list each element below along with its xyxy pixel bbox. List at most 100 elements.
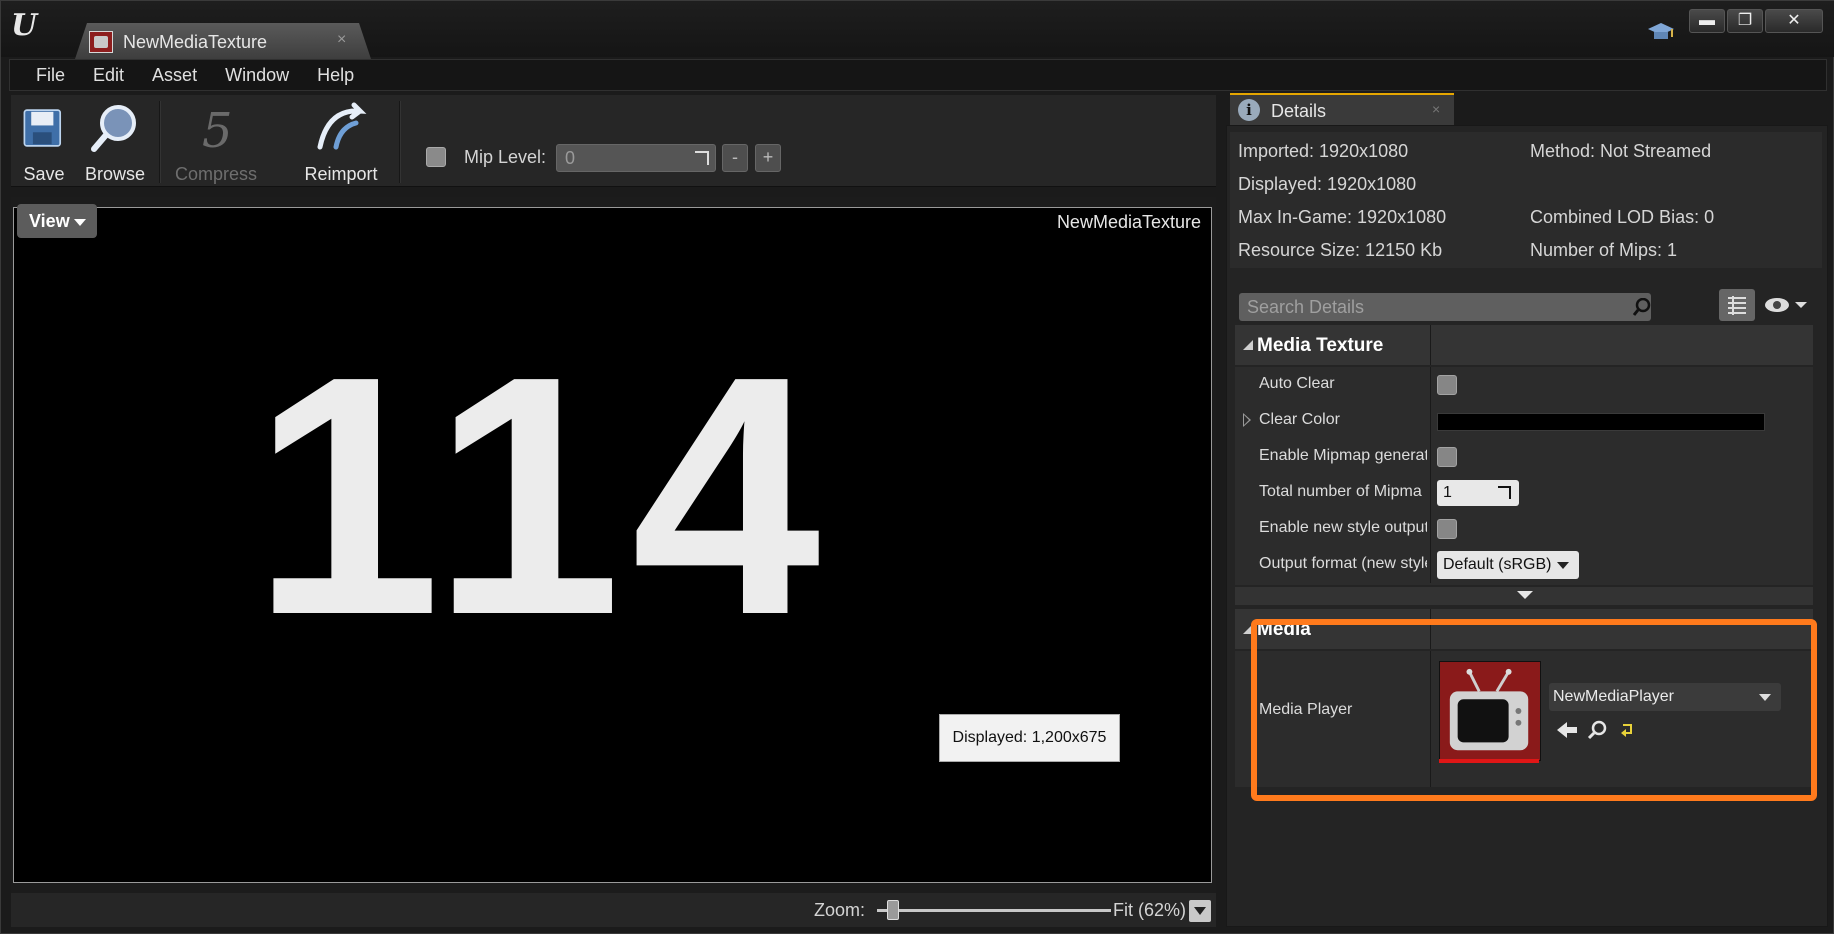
save-label: Save (23, 164, 65, 184)
prop-media-player: Media Player NewMediaPlayer (1235, 651, 1813, 787)
media-player-asset-combo[interactable]: NewMediaPlayer (1549, 683, 1781, 711)
prop-enable-mipmap-label: Enable Mipmap generat (1259, 447, 1427, 464)
expand-arrow-icon[interactable] (1243, 413, 1251, 427)
prop-clear-color-label: Clear Color (1259, 411, 1340, 428)
menu-file[interactable]: File (24, 60, 77, 90)
section-media[interactable]: Media (1235, 609, 1813, 649)
prop-clear-color: Clear Color (1235, 403, 1813, 439)
maximize-button[interactable]: ❐ (1727, 9, 1763, 33)
reimport-icon (317, 102, 367, 150)
column-divider (1430, 475, 1431, 511)
grid-icon (1728, 296, 1746, 315)
clear-color-swatch[interactable] (1437, 413, 1765, 431)
svg-text:5: 5 (202, 103, 233, 155)
section-media-title: Media (1257, 619, 1311, 640)
zoom-value: Fit (62%) (1113, 900, 1187, 920)
info-icon: i (1238, 99, 1260, 121)
unreal-logo-icon[interactable]: U (11, 9, 43, 43)
media-player-thumbnail-icon[interactable] (1439, 661, 1541, 761)
toolbar: Save Browse 5 Compress Reimport Mip Leve… (11, 95, 1216, 187)
total-mips-value: 1 (1443, 484, 1452, 501)
zoom-label: Zoom: (814, 900, 866, 920)
reset-to-default-icon[interactable] (1617, 719, 1641, 741)
save-button[interactable]: Save (21, 101, 67, 185)
document-tab-close-icon[interactable]: × (337, 31, 346, 49)
section-media-texture[interactable]: Media Texture (1235, 325, 1813, 365)
texture-stats: Imported: 1920x1080 Method: Not Streamed… (1230, 132, 1822, 268)
reimport-label: Reimport (304, 164, 378, 184)
menu-edit[interactable]: Edit (81, 60, 136, 90)
column-divider (1430, 547, 1431, 583)
zoom-bar: Zoom: Fit (62%) (11, 893, 1216, 927)
auto-clear-checkbox[interactable] (1437, 375, 1457, 395)
browse-magnifier-icon (91, 105, 136, 152)
browse-asset-icon[interactable] (1585, 719, 1609, 741)
menu-window[interactable]: Window (213, 60, 301, 90)
new-style-output-checkbox[interactable] (1437, 519, 1457, 539)
mip-level-input[interactable]: 0 (556, 144, 716, 172)
column-divider (1430, 651, 1431, 787)
stat-imported: Imported: 1920x1080 (1238, 141, 1409, 161)
mip-level-label: Mip Level: (464, 147, 547, 167)
view-menu-button[interactable]: View (17, 204, 97, 238)
column-divider (1430, 325, 1431, 365)
stat-resource-size: Resource Size: 12150 Kb (1238, 240, 1443, 260)
toolbar-separator (159, 101, 161, 183)
chevron-down-icon (1557, 562, 1569, 569)
toolbar-separator (399, 101, 401, 183)
close-window-button[interactable]: ✕ (1765, 9, 1823, 33)
mip-increment-button[interactable]: + (755, 144, 781, 172)
use-selected-arrow-icon[interactable] (1555, 719, 1579, 741)
column-divider (1430, 367, 1431, 403)
browse-button[interactable]: Browse (85, 101, 145, 185)
menu-asset[interactable]: Asset (140, 60, 209, 90)
search-icon (1633, 298, 1651, 316)
displayed-size-tooltip: Displayed: 1,200x675 (939, 714, 1120, 762)
output-format-combo[interactable]: Default (sRGB) (1437, 551, 1579, 579)
editor-window: U NewMediaTexture × ▬ ❐ ✕ File Edit Asse… (0, 0, 1834, 934)
compress-label: Compress (175, 164, 258, 184)
view-options-eye-icon[interactable] (1763, 295, 1809, 315)
details-search-row: Search Details (1233, 287, 1823, 323)
chevron-down-icon (1759, 694, 1771, 701)
stat-max-in-game: Max In-Game: 1920x1080 (1238, 207, 1447, 227)
prop-output-format-label: Output format (new style (1259, 555, 1427, 572)
prop-total-mips: Total number of Mipma 1 (1235, 475, 1813, 511)
view-menu-label: View (29, 211, 70, 231)
thumbnail-type-bar (1439, 759, 1539, 763)
stat-lod-bias: Combined LOD Bias: 0 (1530, 207, 1715, 227)
zoom-slider-thumb[interactable] (887, 900, 900, 920)
column-divider (1430, 609, 1431, 649)
document-tab-label: NewMediaTexture (123, 32, 268, 52)
advanced-expander[interactable] (1235, 587, 1813, 605)
search-details-input[interactable]: Search Details (1239, 293, 1651, 321)
reimport-button[interactable]: Reimport (303, 101, 379, 185)
zoom-dropdown-button[interactable] (1189, 900, 1211, 922)
total-mips-input[interactable]: 1 (1437, 480, 1519, 506)
graduation-cap-icon[interactable] (1647, 21, 1675, 43)
column-divider (1430, 511, 1431, 547)
details-tab-close-icon[interactable]: × (1432, 101, 1440, 117)
minimize-button[interactable]: ▬ (1689, 9, 1725, 33)
compress-button[interactable]: 5 Compress (175, 101, 258, 185)
enable-mipmap-checkbox[interactable] (1437, 447, 1457, 467)
zoom-slider-track[interactable] (877, 909, 1111, 912)
property-matrix-button[interactable] (1719, 289, 1755, 321)
section-media-texture-title: Media Texture (1257, 335, 1384, 356)
menu-help[interactable]: Help (305, 60, 366, 90)
save-icon (23, 109, 62, 147)
media-frame-content: 114 (252, 306, 831, 686)
column-divider (1430, 403, 1431, 439)
details-tab[interactable]: i Details × (1230, 93, 1454, 125)
prop-enable-mipmap: Enable Mipmap generat (1235, 439, 1813, 475)
prop-new-style-output: Enable new style output (1235, 511, 1813, 547)
mip-level-checkbox[interactable] (426, 147, 446, 167)
title-bar: U NewMediaTexture × ▬ ❐ ✕ (1, 1, 1834, 59)
stat-method: Method: Not Streamed (1530, 141, 1712, 161)
prop-total-mips-label: Total number of Mipma (1259, 483, 1422, 500)
document-tab[interactable]: NewMediaTexture × (75, 23, 371, 59)
texture-viewport[interactable]: NewMediaTexture 114 Displayed: 1,200x675 (13, 207, 1212, 883)
mip-decrement-button[interactable]: - (722, 144, 748, 172)
prop-auto-clear-label: Auto Clear (1259, 375, 1335, 392)
stat-displayed: Displayed: 1920x1080 (1238, 174, 1417, 194)
